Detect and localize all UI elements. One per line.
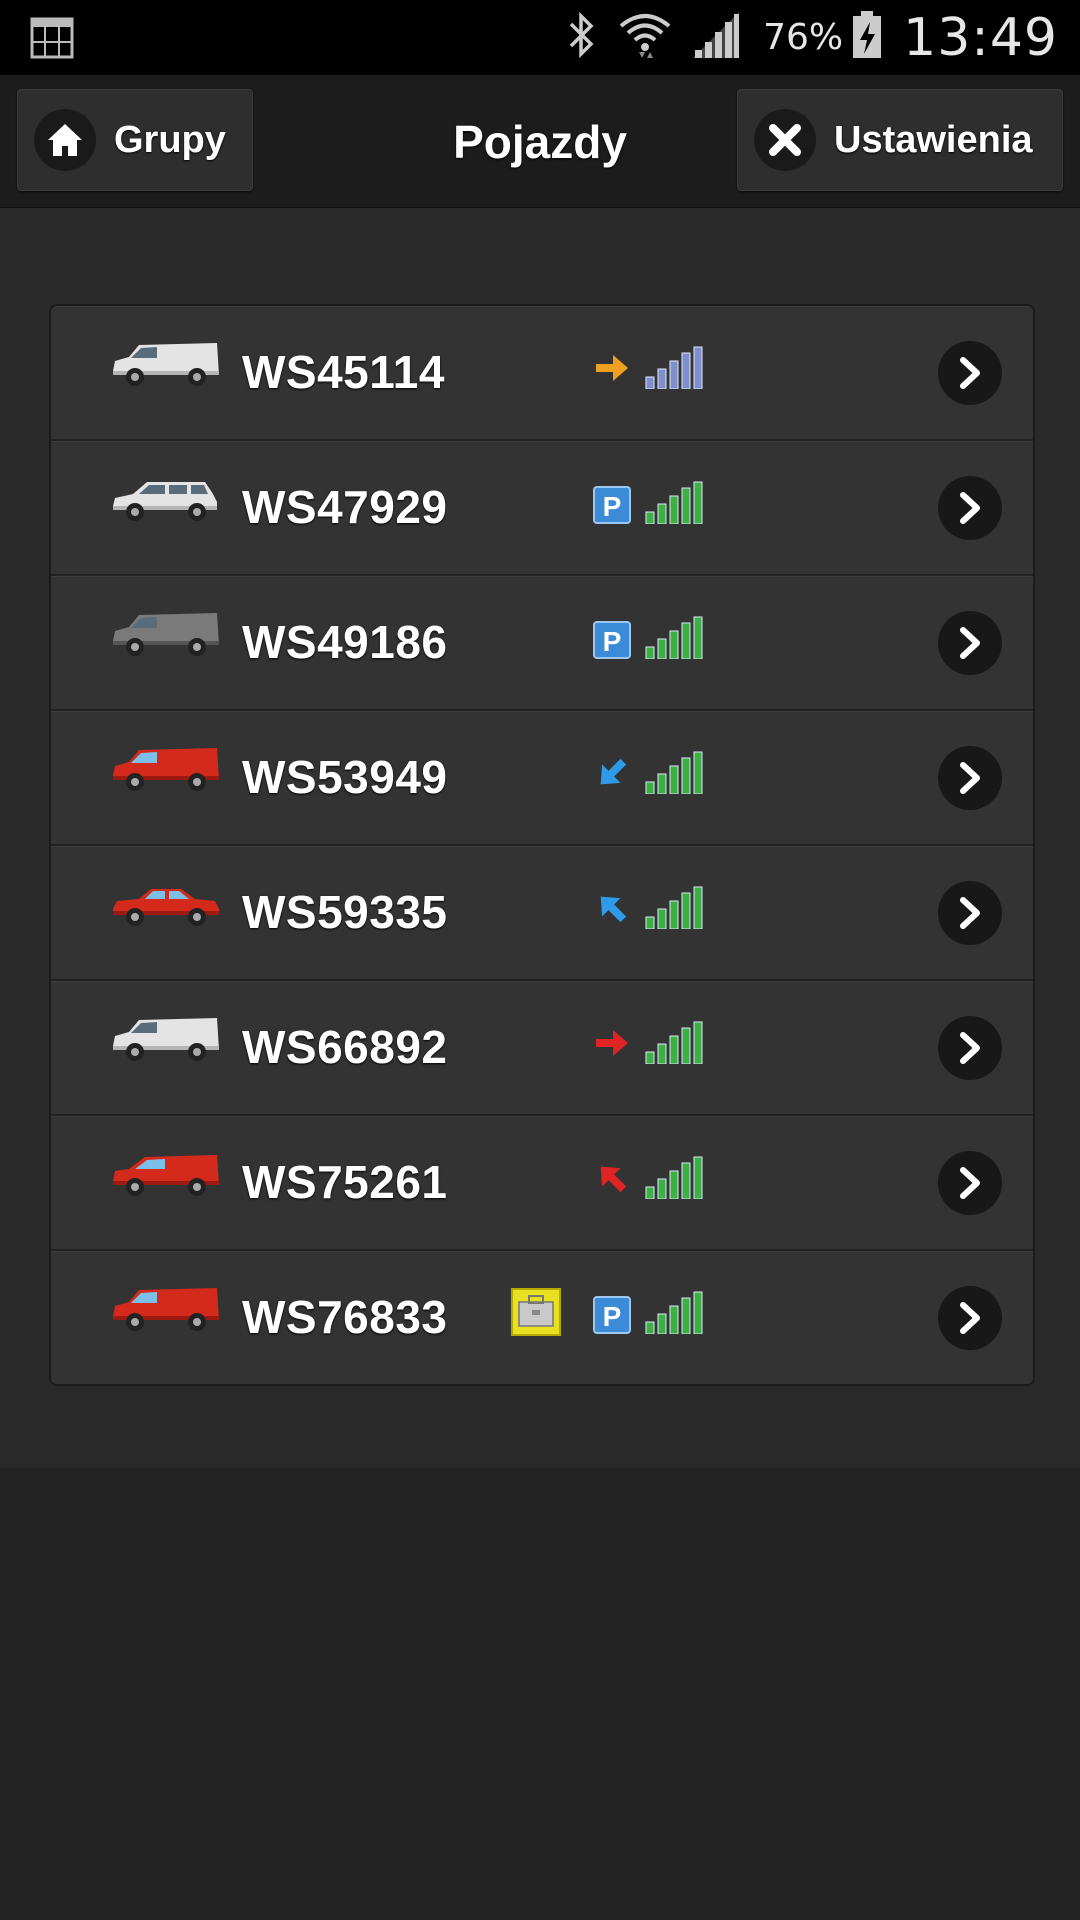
- gps-signal-icon: [644, 345, 704, 394]
- home-icon: [34, 109, 96, 171]
- red-small-van-icon: [109, 1151, 223, 1204]
- vehicle-list: WS45114 WS47929 P WS49186 P WS53949 WS59335 WS6…: [49, 304, 1035, 1386]
- app-header: Pojazdy Grupy Ustawienia: [0, 75, 1080, 208]
- chevron-right-icon[interactable]: [938, 746, 1002, 810]
- vehicle-row[interactable]: WS45114: [51, 306, 1033, 441]
- direction-arrow-icon: [593, 1026, 631, 1065]
- parking-icon: P: [593, 486, 631, 529]
- gps-signal-icon: [644, 750, 704, 799]
- parking-icon: P: [593, 621, 631, 664]
- vehicle-row[interactable]: WS53949: [51, 711, 1033, 846]
- vehicle-row[interactable]: WS76833 P: [51, 1251, 1033, 1384]
- gps-signal-icon: [644, 885, 704, 934]
- vehicle-row[interactable]: WS75261: [51, 1116, 1033, 1251]
- vehicle-plate: WS66892: [242, 1021, 448, 1073]
- battery-percent: 76%: [763, 17, 844, 58]
- gps-signal-icon: [644, 1020, 704, 1069]
- red-van-icon: [109, 746, 223, 799]
- svg-text:P: P: [603, 491, 622, 522]
- vehicle-row[interactable]: WS47929 P: [51, 441, 1033, 576]
- white-minivan-icon: [109, 476, 223, 529]
- gps-signal-icon: [644, 480, 704, 529]
- vehicle-list-area: WS45114 WS47929 P WS49186 P WS53949 WS59335 WS6…: [0, 208, 1080, 1468]
- chevron-right-icon[interactable]: [938, 881, 1002, 945]
- gps-signal-icon: [644, 1155, 704, 1204]
- vehicle-plate: WS59335: [242, 886, 448, 938]
- direction-arrow-icon: [593, 1161, 631, 1200]
- grey-van-icon: [109, 611, 223, 664]
- briefcase-icon: [511, 1288, 561, 1341]
- chevron-right-icon[interactable]: [938, 476, 1002, 540]
- red-van-icon: [109, 1286, 223, 1339]
- gps-signal-icon: [644, 615, 704, 664]
- vehicle-row[interactable]: WS66892: [51, 981, 1033, 1116]
- direction-arrow-icon: [593, 891, 631, 930]
- direction-arrow-icon: [593, 351, 631, 390]
- close-icon: [754, 109, 816, 171]
- settings-button-label: Ustawienia: [834, 118, 1033, 161]
- cell-signal-icon: [691, 10, 741, 65]
- bluetooth-icon: [565, 11, 599, 63]
- vehicle-plate: WS45114: [242, 346, 445, 398]
- white-van-icon: [109, 341, 223, 394]
- status-bar: 76% 13:49: [0, 0, 1080, 75]
- parking-icon: P: [593, 1296, 631, 1339]
- chevron-right-icon[interactable]: [938, 1286, 1002, 1350]
- chevron-right-icon[interactable]: [938, 1151, 1002, 1215]
- white-van-icon: [109, 1016, 223, 1069]
- red-sedan-icon: [109, 881, 223, 934]
- vehicle-plate: WS76833: [242, 1291, 448, 1343]
- vehicle-plate: WS47929: [242, 481, 448, 533]
- vehicle-row[interactable]: WS49186 P: [51, 576, 1033, 711]
- chevron-right-icon[interactable]: [938, 1016, 1002, 1080]
- svg-text:P: P: [603, 626, 622, 657]
- groups-button-label: Grupy: [114, 118, 226, 161]
- chevron-right-icon[interactable]: [938, 341, 1002, 405]
- vehicle-plate: WS75261: [242, 1156, 448, 1208]
- vehicle-plate: WS49186: [242, 616, 448, 668]
- groups-back-button[interactable]: Grupy: [17, 89, 253, 191]
- gps-signal-icon: [644, 1290, 704, 1339]
- vehicle-plate: WS53949: [242, 751, 448, 803]
- chevron-right-icon[interactable]: [938, 611, 1002, 675]
- wifi-icon: [617, 10, 673, 65]
- battery-charging-icon: [851, 10, 883, 65]
- clock: 13:49: [903, 7, 1058, 68]
- vehicle-row[interactable]: WS59335: [51, 846, 1033, 981]
- settings-button[interactable]: Ustawienia: [737, 89, 1063, 191]
- svg-text:P: P: [603, 1301, 622, 1332]
- empty-area: [0, 1468, 1080, 1920]
- direction-arrow-icon: [593, 756, 631, 795]
- calendar-icon: [30, 15, 74, 64]
